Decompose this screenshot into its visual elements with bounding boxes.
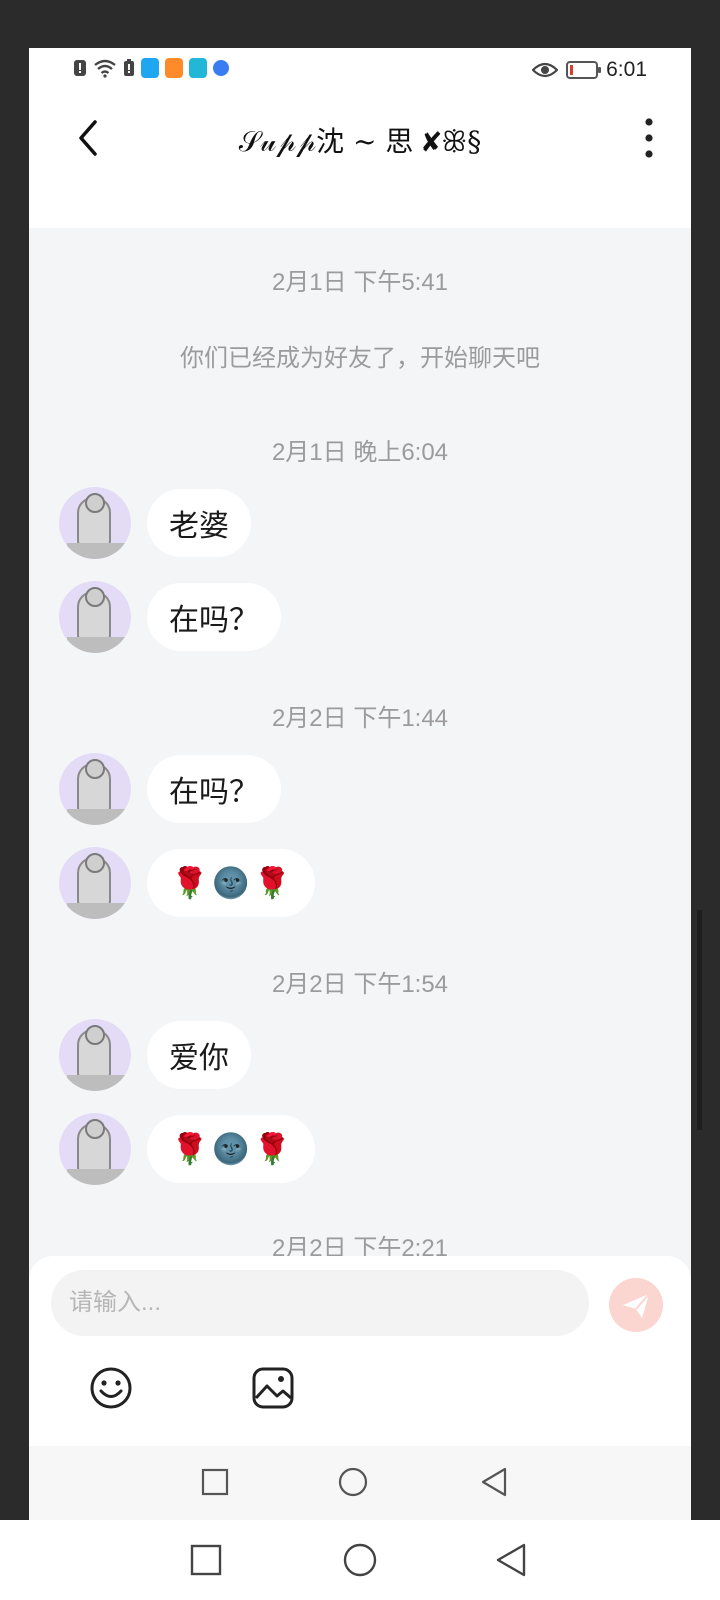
system-message: 你们已经成为好友了，开始聊天吧	[180, 344, 540, 372]
alert-icon	[74, 60, 86, 76]
browser-app-icon	[213, 60, 229, 76]
emoji-message-bubble[interactable]: 🌹 🌚 🌹	[147, 1115, 316, 1183]
avatar[interactable]	[59, 847, 131, 919]
search-app-icon	[141, 58, 159, 78]
message-row: 🌹 🌚 🌹	[59, 846, 316, 920]
avatar[interactable]	[59, 487, 131, 559]
book-app-icon	[189, 58, 207, 78]
status-bar: 6:01	[29, 48, 691, 94]
recent-apps-icon[interactable]	[190, 1544, 222, 1576]
paper-plane-icon	[623, 1293, 650, 1318]
status-time: 6:01	[606, 58, 647, 81]
chat-list[interactable]: 2月1日 下午5:41 你们已经成为好友了，开始聊天吧 2月1日 晚上6:04 …	[29, 228, 691, 1308]
battery-alert-icon	[124, 59, 134, 76]
battery-low-icon	[566, 61, 602, 79]
recent-apps-icon[interactable]	[201, 1468, 229, 1496]
wifi-icon	[94, 59, 116, 78]
message-row: 在吗？	[59, 752, 281, 826]
more-vertical-icon[interactable]	[639, 116, 659, 160]
phone-screen: 6:01 𝒮𝓊𝓅𝓅沈 ~ 思 ✘ꕥ§ 2月1日 下午5:41 你们已经成为好友了…	[29, 48, 691, 1520]
message-row: 爱你	[59, 1018, 251, 1092]
rose-emoji: 🌹	[171, 1131, 209, 1167]
chat-title: 𝒮𝓊𝓅𝓅沈 ~ 思 ✘ꕥ§	[238, 125, 482, 158]
eye-icon	[532, 62, 559, 78]
status-right: 6:01	[532, 58, 647, 82]
message-row: 🌹 🌚 🌹	[59, 1112, 316, 1186]
avatar[interactable]	[59, 753, 131, 825]
message-bubble[interactable]: 在吗？	[147, 583, 281, 651]
message-bubble[interactable]: 爱你	[147, 1021, 251, 1089]
rose-emoji: 🌹	[253, 1131, 292, 1167]
back-icon[interactable]	[479, 1466, 509, 1498]
new-moon-face-emoji: 🌚	[212, 1131, 250, 1167]
status-left-icons	[73, 58, 229, 78]
smiley-icon[interactable]	[89, 1366, 133, 1410]
message-bubble[interactable]: 在吗？	[147, 755, 281, 823]
back-icon[interactable]	[494, 1542, 528, 1578]
image-icon[interactable]	[251, 1366, 295, 1410]
message-row: 老婆	[59, 486, 251, 560]
input-bar	[29, 1256, 691, 1446]
system-nav-bar	[0, 1520, 720, 1600]
avatar[interactable]	[59, 1113, 131, 1185]
rose-emoji: 🌹	[171, 865, 209, 901]
message-bubble[interactable]: 老婆	[147, 489, 251, 557]
avatar[interactable]	[59, 1019, 131, 1091]
emoji-message-bubble[interactable]: 🌹 🌚 🌹	[147, 849, 316, 917]
timestamp: 2月2日 下午1:54	[271, 971, 449, 998]
message-input[interactable]	[51, 1270, 589, 1336]
video-app-icon	[165, 58, 183, 78]
message-row: 在吗？	[59, 580, 281, 654]
timestamp: 2月1日 晚上6:04	[271, 439, 449, 466]
timestamp: 2月1日 下午5:41	[271, 269, 449, 296]
home-icon[interactable]	[342, 1542, 378, 1578]
chat-header	[29, 94, 691, 228]
new-moon-face-emoji: 🌚	[212, 865, 250, 901]
timestamp: 2月2日 下午1:44	[271, 705, 449, 732]
rose-emoji: 🌹	[253, 865, 292, 901]
inner-nav-bar	[29, 1446, 691, 1520]
send-button[interactable]	[609, 1278, 663, 1332]
avatar[interactable]	[59, 581, 131, 653]
home-icon[interactable]	[337, 1466, 369, 1498]
scrollbar[interactable]	[697, 910, 702, 1130]
